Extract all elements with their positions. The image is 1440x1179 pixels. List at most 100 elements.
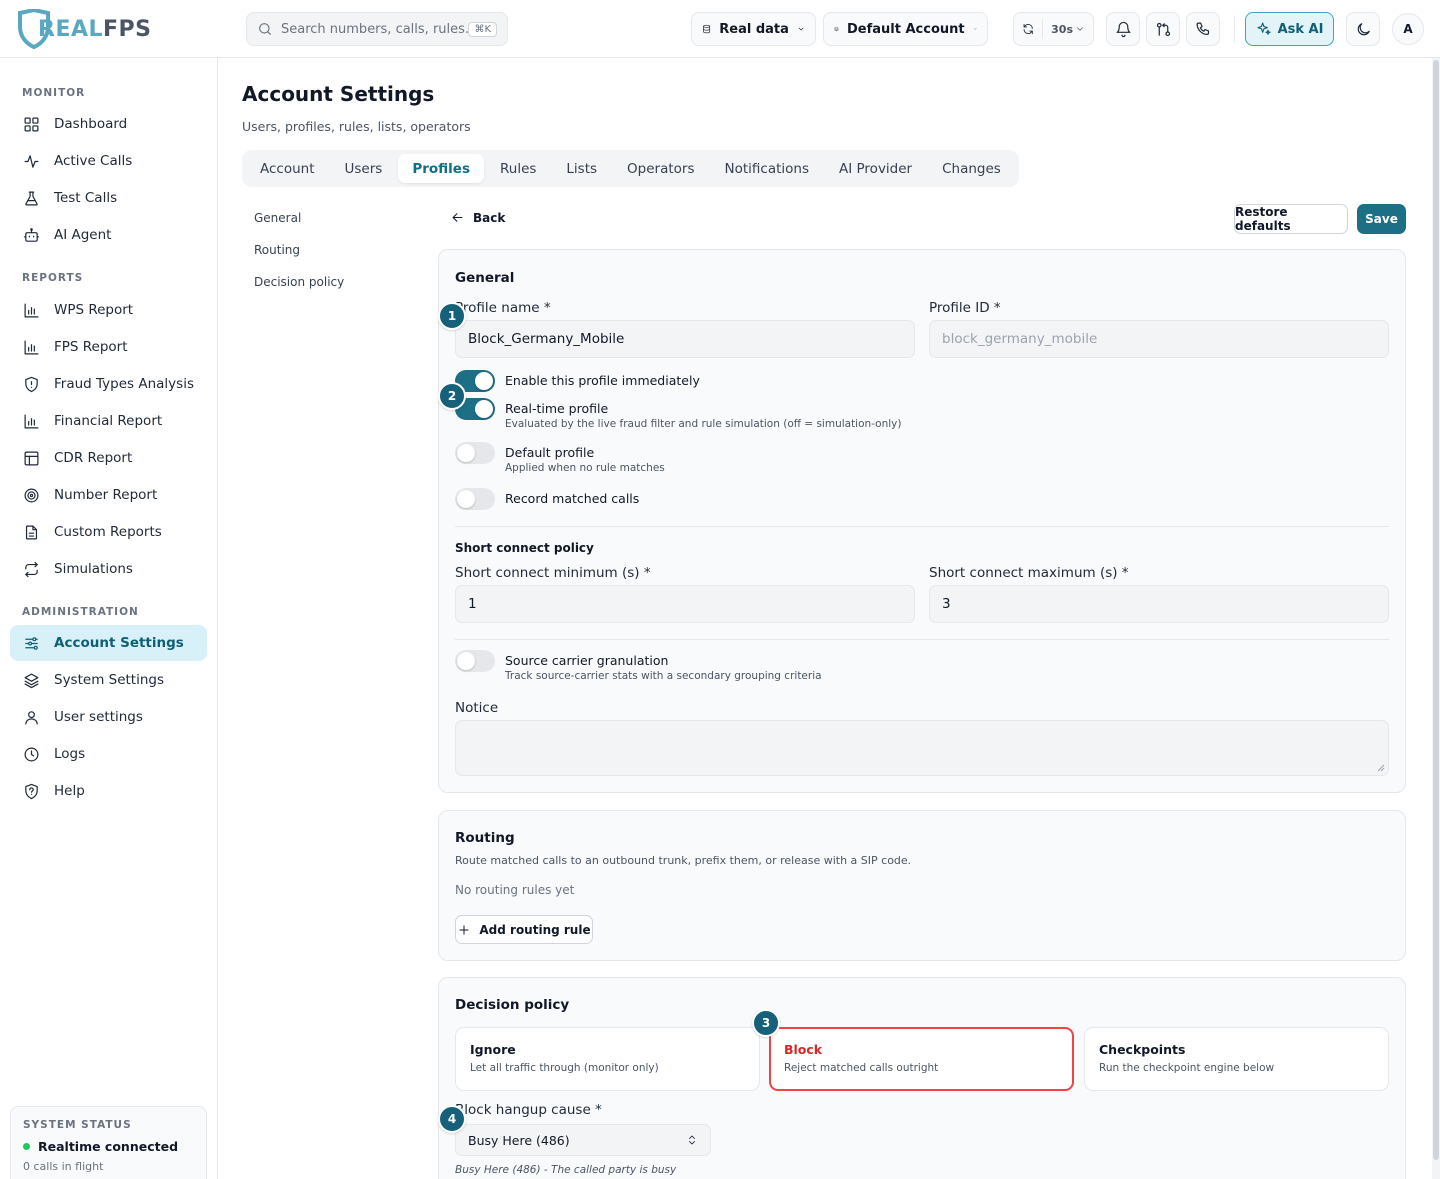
short-max-input[interactable]: 3 [929,585,1389,623]
sidebar-item-help[interactable]: Help [10,773,207,809]
add-routing-rule-button[interactable]: Add routing rule [455,915,593,944]
dashboard-grid-icon [24,117,38,131]
decision-option-block[interactable]: Block Reject matched calls outright [769,1027,1074,1091]
decision-option-checkpoints[interactable]: Checkpoints Run the checkpoint engine be… [1084,1027,1389,1091]
sidebar-item-label: Logs [54,746,86,762]
scrollbar-thumb[interactable] [1433,60,1439,1160]
tab-account[interactable]: Account [246,154,329,183]
bar-chart-icon [24,414,38,428]
sidebar-item-fraud-types[interactable]: Fraud Types Analysis [10,366,207,402]
sidebar-section-administration: ADMINISTRATION [22,606,139,618]
tab-users[interactable]: Users [331,154,397,183]
compare-button[interactable] [1146,12,1180,46]
granulation-toggle[interactable] [455,650,495,672]
notifications-button[interactable] [1106,12,1140,46]
refresh-interval-select[interactable]: 30s [1051,23,1085,36]
option-label: Checkpoints [1099,1042,1186,1057]
subnav-general[interactable]: General [254,211,301,225]
subnav-decision-policy[interactable]: Decision policy [254,275,344,289]
search-input[interactable]: Search numbers, calls, rules... ⌘K [246,12,508,46]
repeat-icon [24,561,38,577]
sidebar-item-label: Simulations [54,561,133,577]
sidebar-item-account-settings[interactable]: Account Settings [10,625,207,661]
account-select[interactable]: Default Account [823,12,988,46]
toggle-description: Evaluated by the live fraud filter and r… [505,418,902,430]
toggle-row-record: Record matched calls [455,488,639,510]
tab-ai-provider[interactable]: AI Provider [825,154,926,183]
data-source-select[interactable]: Real data [691,12,816,46]
sidebar-item-wps-report[interactable]: WPS Report [10,292,207,328]
profile-name-label: Profile name * [455,300,551,316]
layers-icon [834,26,839,32]
sidebar-item-label: Test Calls [54,190,118,206]
tab-notifications[interactable]: Notifications [711,154,824,183]
page-subtitle: Users, profiles, rules, lists, operators [242,119,471,134]
ask-ai-label: Ask AI [1277,21,1324,37]
ask-ai-button[interactable]: Ask AI [1245,12,1334,46]
sidebar-item-label: User settings [54,709,143,725]
save-button[interactable]: Save [1357,204,1406,234]
tab-changes[interactable]: Changes [928,154,1015,183]
sidebar-item-cdr-report[interactable]: CDR Report [10,440,207,476]
flask-icon [24,191,38,205]
sidebar-item-fps-report[interactable]: FPS Report [10,329,207,365]
settings-tabs: Account Users Profiles Rules Lists Opera… [242,150,1019,187]
git-compare-icon [1156,22,1170,36]
search-placeholder: Search numbers, calls, rules... [281,21,469,37]
layers-icon [24,673,38,688]
logo[interactable]: REALFPS [16,9,152,49]
sidebar-item-logs[interactable]: Logs [10,736,207,772]
toggle-description: Applied when no rule matches [505,462,665,474]
back-button[interactable]: Back [450,210,505,225]
default-profile-toggle[interactable] [455,442,495,464]
sidebar-item-number-report[interactable]: Number Report [10,477,207,513]
sidebar-item-active-calls[interactable]: Active Calls [10,143,207,179]
phone-button[interactable] [1186,12,1220,46]
database-icon [703,24,711,34]
short-min-label: Short connect minimum (s) * [455,565,651,581]
refresh-icon[interactable] [1022,21,1034,37]
sidebar-item-dashboard[interactable]: Dashboard [10,106,207,142]
tab-profiles[interactable]: Profiles [398,154,484,183]
step-badge-1: 1 [438,302,466,330]
tab-operators[interactable]: Operators [613,154,708,183]
sidebar-item-test-calls[interactable]: Test Calls [10,180,207,216]
decision-option-ignore[interactable]: Ignore Let all traffic through (monitor … [455,1027,760,1091]
profile-id-label: Profile ID * [929,300,1001,316]
theme-toggle-button[interactable] [1346,12,1380,46]
shield-question-icon [24,783,38,799]
record-calls-toggle[interactable] [455,488,495,510]
short-min-input[interactable]: 1 [455,585,915,623]
resize-handle-icon[interactable] [1377,764,1385,772]
sidebar-item-custom-reports[interactable]: Custom Reports [10,514,207,550]
avatar[interactable]: A [1392,13,1424,45]
sidebar-item-simulations[interactable]: Simulations [10,551,207,587]
restore-defaults-button[interactable]: Restore defaults [1234,204,1348,234]
sidebar-item-financial-report[interactable]: Financial Report [10,403,207,439]
sidebar-item-user-settings[interactable]: User settings [10,699,207,735]
tab-lists[interactable]: Lists [552,154,611,183]
sidebar-item-ai-agent[interactable]: AI Agent [10,217,207,253]
shield-alert-icon [24,376,38,392]
profile-id-input: block_germany_mobile [929,320,1389,358]
page-scrollbar[interactable] [1432,58,1440,1179]
hangup-cause-select[interactable]: Busy Here (486) [455,1124,711,1156]
routing-description: Route matched calls to an outbound trunk… [455,854,912,867]
routing-empty-text: No routing rules yet [455,883,575,897]
tab-rules[interactable]: Rules [486,154,550,183]
hangup-cause-value: Busy Here (486) [468,1132,570,1148]
add-routing-label: Add routing rule [479,922,591,937]
toggle-label: Record matched calls [505,491,640,506]
profile-name-input[interactable]: Block_Germany_Mobile [455,320,915,358]
notice-textarea[interactable] [455,720,1389,776]
search-shortcut: ⌘K [468,21,497,37]
refresh-control[interactable]: 30s [1013,12,1094,46]
subnav-routing[interactable]: Routing [254,243,300,257]
decision-policy-card: Decision policy Ignore Let all traffic t… [438,977,1406,1179]
chevron-down-icon [798,27,804,31]
general-title: General [455,270,515,286]
option-description: Run the checkpoint engine below [1099,1062,1275,1074]
divider [455,526,1389,527]
sidebar-item-label: Active Calls [54,153,133,169]
sidebar-item-system-settings[interactable]: System Settings [10,662,207,698]
